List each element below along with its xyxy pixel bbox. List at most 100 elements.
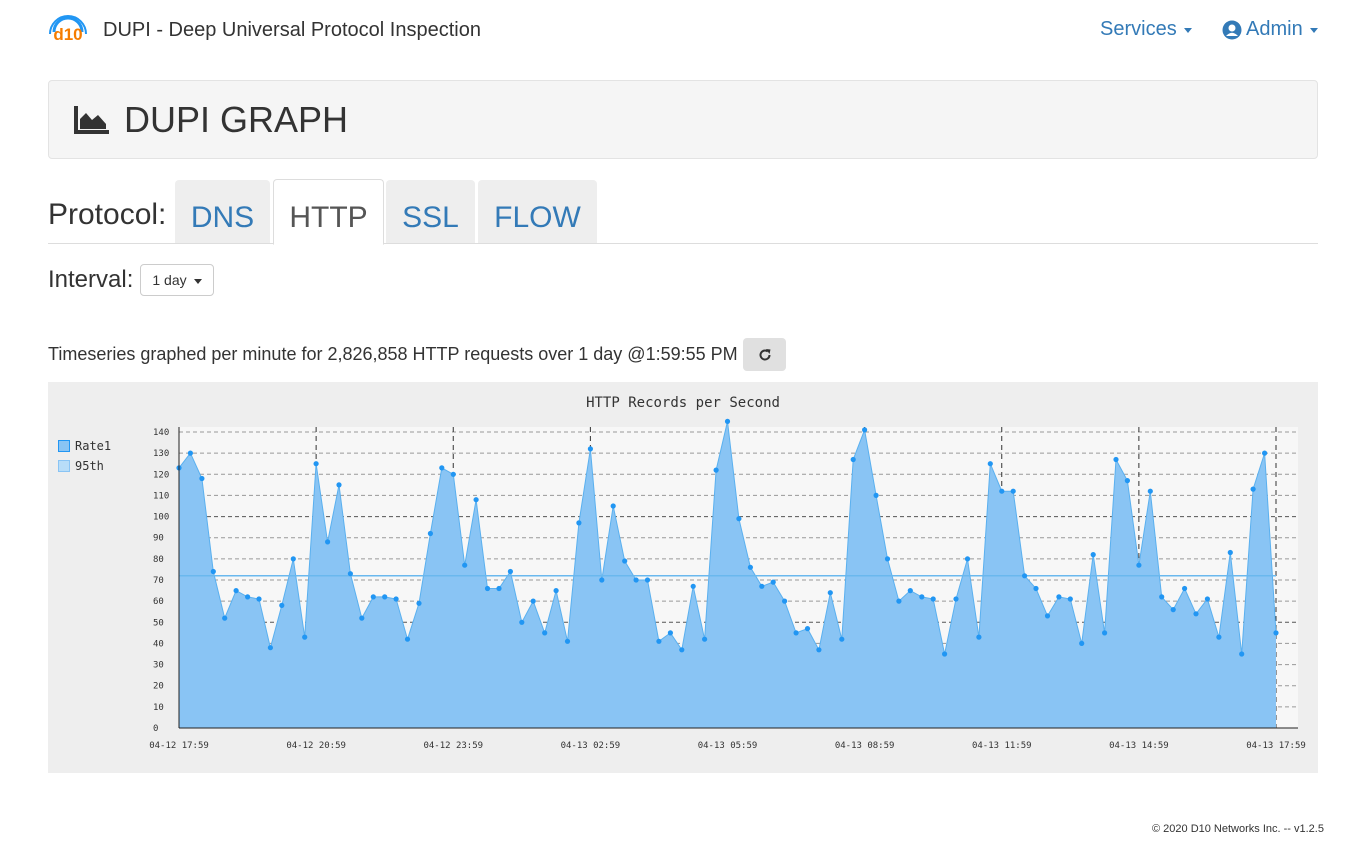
data-point bbox=[302, 634, 308, 640]
data-point bbox=[1033, 585, 1039, 592]
interval-dropdown[interactable]: 1 day bbox=[140, 264, 214, 296]
page-header: DUPI GRAPH bbox=[48, 80, 1318, 159]
chevron-down-icon bbox=[1183, 28, 1192, 33]
data-point bbox=[1250, 486, 1256, 492]
admin-label: Admin bbox=[1246, 18, 1303, 40]
x-tick-label: 04-12 20:59 bbox=[286, 741, 346, 751]
data-point bbox=[382, 594, 388, 600]
data-point bbox=[507, 568, 513, 575]
brand-title[interactable]: DUPI - Deep Universal Protocol Inspectio… bbox=[103, 19, 481, 42]
data-point bbox=[439, 465, 445, 471]
data-point bbox=[450, 471, 456, 477]
data-point bbox=[1067, 596, 1073, 602]
chevron-down-icon bbox=[1309, 28, 1318, 33]
svg-text:d10: d10 bbox=[53, 25, 82, 44]
legend-label: 95th bbox=[75, 459, 104, 473]
x-tick-label: 04-13 17:59 bbox=[1246, 741, 1306, 751]
area-chart-icon bbox=[74, 106, 109, 134]
data-point bbox=[1193, 611, 1199, 617]
x-tick-label: 04-13 05:59 bbox=[698, 741, 758, 751]
data-point bbox=[1239, 651, 1245, 657]
data-point bbox=[679, 647, 685, 653]
data-point bbox=[907, 588, 913, 594]
data-point bbox=[1262, 450, 1268, 456]
data-point bbox=[404, 636, 411, 642]
y-tick-label: 120 bbox=[153, 470, 169, 480]
tab-flow[interactable]: FLOW bbox=[478, 180, 597, 243]
page-title: DUPI GRAPH bbox=[124, 99, 349, 140]
data-point bbox=[816, 647, 822, 653]
y-tick-label: 70 bbox=[153, 576, 164, 586]
d10-logo[interactable]: d10 bbox=[48, 10, 88, 50]
admin-menu[interactable]: Admin bbox=[1222, 18, 1318, 41]
data-point bbox=[473, 497, 479, 503]
data-point bbox=[1227, 549, 1233, 556]
navbar: d10 DUPI - Deep Universal Protocol Inspe… bbox=[0, 0, 1366, 60]
data-point bbox=[1010, 488, 1016, 494]
data-point bbox=[336, 482, 342, 488]
legend-item-rate1[interactable]: Rate1 bbox=[58, 436, 111, 456]
legend-swatch bbox=[58, 460, 70, 472]
services-menu[interactable]: Services bbox=[1100, 18, 1192, 41]
data-point bbox=[622, 558, 628, 564]
data-point bbox=[644, 577, 651, 583]
data-point bbox=[873, 492, 879, 498]
data-point bbox=[245, 594, 251, 600]
data-point bbox=[759, 583, 765, 589]
data-point bbox=[1124, 478, 1130, 484]
chart: 0 10 20 30 40 50 60 70 80 90 100 110 120 130 140 04-12 … bbox=[149, 418, 1306, 751]
data-point bbox=[519, 619, 525, 625]
data-point bbox=[747, 564, 754, 570]
data-point bbox=[1113, 456, 1119, 463]
y-tick-label: 110 bbox=[153, 491, 169, 501]
data-point bbox=[656, 638, 662, 644]
data-point bbox=[953, 596, 959, 602]
data-point bbox=[633, 577, 639, 583]
chart-title: HTTP Records per Second bbox=[586, 395, 780, 411]
data-point bbox=[542, 630, 548, 636]
data-point bbox=[804, 626, 811, 632]
data-point bbox=[667, 630, 674, 636]
data-point bbox=[1102, 630, 1108, 636]
data-point bbox=[599, 577, 605, 583]
x-tick-label: 04-13 08:59 bbox=[835, 741, 895, 751]
data-point bbox=[256, 596, 262, 602]
data-point bbox=[1079, 640, 1085, 646]
data-point bbox=[199, 475, 205, 482]
x-tick-label: 04-12 17:59 bbox=[149, 741, 209, 751]
data-point bbox=[919, 594, 925, 600]
y-tick-label: 40 bbox=[153, 639, 164, 649]
data-point bbox=[416, 600, 422, 606]
data-point bbox=[999, 488, 1005, 494]
legend-item-95th[interactable]: 95th bbox=[58, 456, 111, 476]
refresh-button[interactable] bbox=[743, 338, 786, 371]
data-point bbox=[896, 598, 902, 604]
data-point bbox=[233, 588, 239, 594]
y-tick-label: 10 bbox=[153, 703, 164, 713]
y-tick-label: 30 bbox=[153, 661, 164, 671]
data-point bbox=[690, 583, 696, 589]
x-tick-label: 04-12 23:59 bbox=[423, 741, 483, 751]
y-tick-label: 90 bbox=[153, 534, 164, 544]
data-point bbox=[587, 446, 594, 452]
data-point bbox=[393, 596, 399, 602]
tab-ssl[interactable]: SSL bbox=[386, 180, 475, 243]
interval-value: 1 day bbox=[152, 272, 187, 288]
data-point bbox=[1273, 630, 1279, 636]
data-point bbox=[964, 556, 971, 562]
y-tick-label: 130 bbox=[153, 449, 169, 459]
data-point bbox=[210, 568, 216, 575]
y-tick-label: 50 bbox=[153, 618, 164, 628]
y-tick-label: 80 bbox=[153, 555, 164, 565]
services-label: Services bbox=[1100, 18, 1177, 40]
data-point bbox=[530, 598, 536, 604]
tab-http[interactable]: HTTP bbox=[273, 179, 384, 245]
tab-dns[interactable]: DNS bbox=[175, 180, 270, 243]
y-tick-label: 20 bbox=[153, 682, 164, 692]
x-tick-label: 04-13 11:59 bbox=[972, 741, 1032, 751]
data-point bbox=[942, 651, 948, 657]
data-point bbox=[1136, 562, 1142, 568]
data-point bbox=[427, 530, 433, 537]
data-point bbox=[1170, 607, 1176, 613]
data-point bbox=[290, 556, 296, 562]
